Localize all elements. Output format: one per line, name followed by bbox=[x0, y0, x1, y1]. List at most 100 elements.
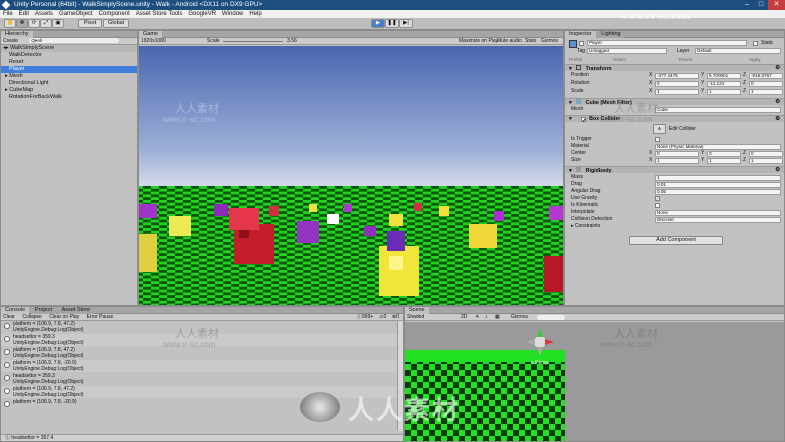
tab-game[interactable]: Game bbox=[139, 31, 162, 38]
rotation-z-field[interactable]: 0 bbox=[749, 80, 783, 87]
scale-tool-button[interactable]: ⤢ bbox=[40, 19, 52, 28]
hand-tool-button[interactable]: ✋ bbox=[4, 19, 16, 28]
size-z-field[interactable]: 1 bbox=[749, 157, 783, 164]
log-entry[interactable]: platform = (106.9, 7.8, 47.2) UnityEngine… bbox=[1, 321, 401, 333]
is-trigger-checkbox[interactable] bbox=[655, 137, 660, 142]
log-entry[interactable]: headsettor = 359.3 UnityEngine.Debug:Log(… bbox=[1, 373, 401, 385]
menu-window[interactable]: Window bbox=[219, 10, 246, 18]
hierarchy-item-mesh[interactable]: ▸ Mesh bbox=[1, 73, 137, 80]
close-button[interactable]: ✕ bbox=[768, 0, 785, 10]
position-z-field[interactable]: -916.0767 bbox=[749, 72, 783, 79]
minimize-button[interactable]: – bbox=[740, 0, 754, 10]
lighting-toggle[interactable]: ☀ bbox=[475, 314, 479, 321]
stats-toggle[interactable]: Stats bbox=[525, 38, 536, 45]
prefab-revert-button[interactable]: Revert bbox=[679, 57, 693, 62]
rotation-x-field[interactable]: 0 bbox=[655, 80, 699, 87]
info-count-badge[interactable]: ⓘ999+ bbox=[357, 314, 373, 321]
rotate-tool-button[interactable]: ⟳ bbox=[28, 19, 40, 28]
interpolate-dropdown[interactable]: None bbox=[655, 209, 781, 216]
menu-component[interactable]: Component bbox=[96, 10, 133, 18]
scale-slider[interactable] bbox=[223, 41, 283, 42]
hierarchy-item-player[interactable]: Player bbox=[1, 66, 137, 73]
edit-collider-button[interactable]: ⩚ bbox=[653, 124, 666, 134]
tab-console[interactable]: Console bbox=[1, 307, 30, 314]
static-checkbox[interactable] bbox=[753, 41, 758, 46]
constraints-row[interactable]: ▸ Constraints bbox=[565, 223, 784, 230]
gizmos-dropdown[interactable]: Gizmos bbox=[541, 38, 558, 45]
menu-gameobject[interactable]: GameObject bbox=[56, 10, 96, 18]
maximize-on-play-toggle[interactable]: Maximize on Play bbox=[459, 38, 498, 45]
tab-asset-store[interactable]: Asset Store bbox=[57, 307, 95, 314]
audio-toggle[interactable]: ♪ bbox=[485, 314, 488, 321]
maximize-button[interactable]: □ bbox=[754, 0, 768, 10]
menu-assets[interactable]: Assets bbox=[32, 10, 56, 18]
gear-icon[interactable]: ⚙ bbox=[775, 99, 780, 106]
log-entry[interactable]: platform = (106.9, 7.8, 47.2) UnityEngine… bbox=[1, 386, 401, 398]
effects-toggle[interactable]: ▦ bbox=[495, 314, 500, 321]
clear-button[interactable]: Clear bbox=[3, 314, 15, 320]
material-field[interactable]: None (Physic Material) bbox=[655, 143, 781, 150]
gear-icon[interactable]: ⚙ bbox=[775, 167, 780, 174]
angular-drag-field[interactable]: 0.05 bbox=[655, 188, 781, 195]
move-tool-button[interactable]: ✥ bbox=[16, 19, 28, 28]
clear-on-play-button[interactable]: Clear on Play bbox=[49, 314, 79, 320]
log-entry[interactable]: platform = (106.9, 7.8, -20.9) bbox=[1, 399, 401, 407]
mute-audio-toggle[interactable]: Mute audio bbox=[497, 38, 522, 45]
gear-icon[interactable]: ⚙ bbox=[775, 116, 780, 123]
create-button[interactable]: Create bbox=[3, 38, 18, 44]
hierarchy-item-reset[interactable]: Reset bbox=[1, 59, 137, 66]
log-entry[interactable]: platform = (106.9, 7.8, 47.2) UnityEngine… bbox=[1, 347, 401, 359]
position-y-field[interactable]: 5.700001 bbox=[707, 72, 741, 79]
menu-edit[interactable]: Edit bbox=[16, 10, 32, 18]
drag-field[interactable]: 0.01 bbox=[655, 181, 781, 188]
log-entry[interactable]: headsettor = 359.3 UnityEngine.Debug:Log(… bbox=[1, 334, 401, 346]
shading-mode-dropdown[interactable]: Shaded bbox=[407, 314, 424, 320]
game-viewport[interactable] bbox=[139, 46, 563, 305]
collision-detection-dropdown[interactable]: Discrete bbox=[655, 216, 781, 223]
tab-hierarchy[interactable]: Hierarchy bbox=[1, 31, 33, 38]
tag-dropdown[interactable]: Untagged bbox=[587, 48, 667, 54]
prefab-apply-button[interactable]: Apply bbox=[749, 57, 761, 62]
global-toggle[interactable]: Global bbox=[103, 19, 129, 28]
is-kinematic-checkbox[interactable] bbox=[655, 203, 660, 208]
tab-inspector[interactable]: Inspector bbox=[565, 31, 596, 38]
prefab-select-button[interactable]: Select bbox=[613, 57, 626, 62]
scene-root[interactable]: ◂▸ WalkSimplyScene bbox=[1, 45, 137, 52]
step-button[interactable]: ▶| bbox=[399, 19, 413, 28]
hierarchy-item-rotationforbackwalk[interactable]: RotationForBackWalk bbox=[1, 94, 137, 101]
rigidbody-header[interactable]: ▾ Rigidbody ⚙ bbox=[565, 166, 784, 174]
scene-gizmos-dropdown[interactable]: Gizmos bbox=[511, 314, 528, 321]
boxcollider-header[interactable]: ▾ ✓ Box Collider ⚙ bbox=[565, 115, 784, 124]
active-checkbox[interactable] bbox=[579, 41, 584, 46]
mesh-field[interactable]: Cube bbox=[655, 106, 781, 113]
hierarchy-item-cubemap[interactable]: ▸ CubeMap bbox=[1, 87, 137, 94]
center-y-field[interactable]: 0 bbox=[707, 150, 741, 157]
size-x-field[interactable]: 1 bbox=[655, 157, 699, 164]
log-entry[interactable]: platform = (106.9, 7.8, -20.9) UnityEngin… bbox=[1, 360, 401, 372]
console-scrollbar[interactable] bbox=[397, 321, 403, 431]
error-pause-button[interactable]: Error Pause bbox=[87, 314, 114, 320]
pivot-toggle[interactable]: Pivot bbox=[78, 19, 102, 28]
scene-viewport[interactable]: ≤ Persp bbox=[405, 322, 784, 441]
scale-z-field[interactable]: 1 bbox=[749, 88, 783, 95]
warning-count-badge[interactable]: ⚠0 bbox=[379, 314, 386, 321]
meshfilter-header[interactable]: ▾ Cube (Mesh Filter) ⚙ bbox=[565, 98, 784, 106]
console-log-list[interactable]: platform = (106.9, 7.8, 47.2) UnityEngine… bbox=[1, 321, 403, 431]
transform-header[interactable]: ▾ Transform ⚙ bbox=[565, 64, 784, 72]
hierarchy-item-walkdetector[interactable]: WalkDetector bbox=[1, 52, 137, 59]
2d-toggle[interactable]: 2D bbox=[461, 314, 467, 321]
hierarchy-item-directional-light[interactable]: Directional Light bbox=[1, 80, 137, 87]
menu-help[interactable]: Help bbox=[246, 10, 264, 18]
hierarchy-search-input[interactable]: Q▾All bbox=[29, 38, 120, 44]
menu-googlevr[interactable]: GoogleVR bbox=[185, 10, 219, 18]
scene-search-input[interactable] bbox=[537, 315, 565, 320]
rotation-y-field[interactable]: -11.124 bbox=[707, 80, 741, 87]
center-x-field[interactable]: 0 bbox=[655, 150, 699, 157]
add-component-button[interactable]: Add Component bbox=[629, 236, 723, 245]
scale-y-field[interactable]: 1 bbox=[707, 88, 741, 95]
gear-icon[interactable]: ⚙ bbox=[775, 65, 780, 72]
name-field[interactable]: Player bbox=[587, 40, 747, 46]
rect-tool-button[interactable]: ▣ bbox=[52, 19, 64, 28]
boxcollider-enabled-checkbox[interactable]: ✓ bbox=[581, 117, 586, 124]
layer-dropdown[interactable]: Default bbox=[695, 48, 781, 54]
